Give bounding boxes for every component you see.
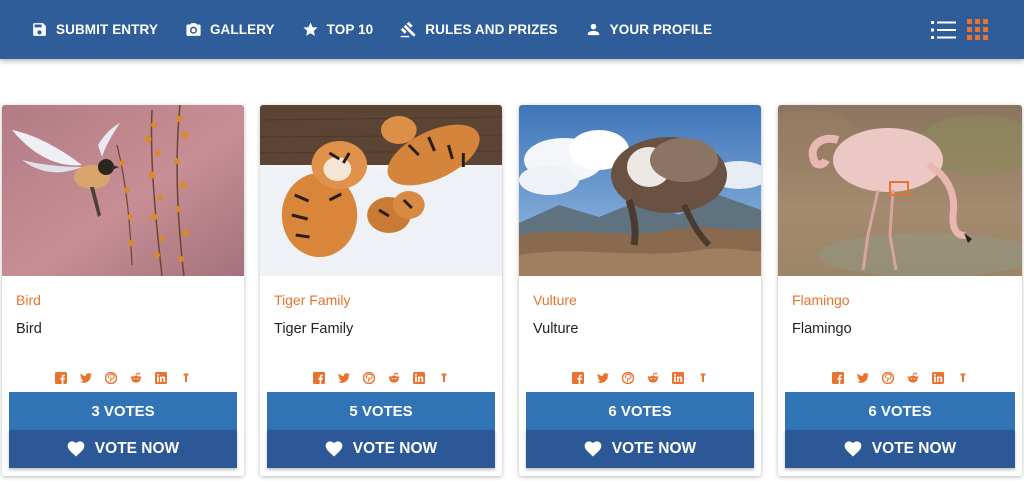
reddit-icon[interactable] [900, 371, 925, 386]
camera-icon [185, 21, 202, 38]
vulture-photo[interactable] [519, 105, 761, 276]
vote-now-button[interactable]: Vote Now [9, 430, 237, 468]
share-icons [2, 370, 244, 386]
nav-rules-and-prizes[interactable]: Rules and Prizes [400, 0, 558, 59]
reddit-icon[interactable] [381, 371, 406, 386]
view-toggle [931, 19, 988, 40]
entry-card: Tiger Family Tiger Family 5 Votes Vote N… [260, 105, 502, 476]
vote-count-button: 3 Votes [9, 392, 237, 430]
vote-now-button[interactable]: Vote Now [267, 430, 495, 468]
vote-now-label: Vote Now [871, 440, 957, 457]
share-icons [519, 370, 761, 386]
entry-description: Vulture [533, 321, 579, 337]
nav-submit-entry[interactable]: Submit Entry [31, 0, 158, 59]
save-icon [31, 21, 48, 38]
share-icons [778, 370, 1022, 386]
entry-description: Bird [16, 321, 42, 337]
top-navigation-bar: Submit Entry Gallery Top 10 Rules and Pr… [0, 0, 1024, 59]
main-nav: Submit Entry Gallery Top 10 Rules and Pr… [31, 0, 739, 59]
entry-description: Tiger Family [274, 321, 354, 337]
linkedin-icon[interactable] [406, 371, 431, 386]
grid-view-icon[interactable] [967, 19, 988, 40]
vote-now-label: Vote Now [94, 440, 180, 457]
nav-your-profile[interactable]: Your Profile [585, 0, 712, 59]
nav-submit-entry-label: Submit Entry [56, 22, 158, 37]
entry-card: Flamingo Flamingo 6 Votes Vote Now [778, 105, 1022, 476]
twitter-icon[interactable] [331, 371, 356, 386]
vote-now-label: Vote Now [352, 440, 438, 457]
linkedin-icon[interactable] [925, 371, 950, 386]
nav-rules-and-prizes-label: Rules and Prizes [425, 22, 558, 37]
pinterest-icon[interactable] [98, 371, 123, 386]
entry-description: Flamingo [792, 321, 852, 337]
nav-your-profile-label: Your Profile [609, 22, 713, 37]
entry-title[interactable]: Bird [16, 292, 41, 308]
vote-now-button[interactable]: Vote Now [526, 430, 754, 468]
reddit-icon[interactable] [123, 371, 148, 386]
heart-icon [325, 441, 343, 457]
entry-card: Bird Bird 3 Votes Vote Now [2, 105, 244, 476]
vote-count-button: 5 Votes [267, 392, 495, 430]
gavel-icon [400, 21, 417, 38]
facebook-icon[interactable] [306, 371, 331, 386]
vote-count-button: 6 Votes [526, 392, 754, 430]
list-view-icon[interactable] [931, 20, 956, 40]
entry-card: Vulture Vulture 6 Votes Vote Now [519, 105, 761, 476]
heart-icon [584, 441, 602, 457]
tumblr-icon[interactable] [431, 371, 456, 386]
vote-count-button: 6 Votes [785, 392, 1015, 430]
twitter-icon[interactable] [73, 371, 98, 386]
nav-gallery-label: Gallery [209, 22, 275, 37]
tumblr-icon[interactable] [690, 371, 715, 386]
user-icon [585, 21, 602, 38]
nav-gallery[interactable]: Gallery [185, 0, 275, 59]
gallery-grid: Bird Bird 3 Votes Vote Now [2, 105, 1024, 476]
entry-title[interactable]: Tiger Family [274, 292, 351, 308]
facebook-icon[interactable] [565, 371, 590, 386]
linkedin-icon[interactable] [665, 371, 690, 386]
facebook-icon[interactable] [825, 371, 850, 386]
nav-top-10-label: Top 10 [326, 22, 374, 37]
facebook-icon[interactable] [48, 371, 73, 386]
linkedin-icon[interactable] [148, 371, 173, 386]
twitter-icon[interactable] [850, 371, 875, 386]
vote-now-button[interactable]: Vote Now [785, 430, 1015, 468]
share-icons [260, 370, 502, 386]
bird-photo[interactable] [2, 105, 244, 276]
flamingo-photo[interactable] [778, 105, 1022, 276]
pinterest-icon[interactable] [615, 371, 640, 386]
pinterest-icon[interactable] [356, 371, 381, 386]
twitter-icon[interactable] [590, 371, 615, 386]
tumblr-icon[interactable] [173, 371, 198, 386]
reddit-icon[interactable] [640, 371, 665, 386]
tumblr-icon[interactable] [950, 371, 975, 386]
nav-top-10[interactable]: Top 10 [302, 0, 374, 59]
vote-now-label: Vote Now [611, 440, 697, 457]
star-icon [302, 21, 319, 38]
heart-icon [844, 441, 862, 457]
heart-icon [67, 441, 85, 457]
pinterest-icon[interactable] [875, 371, 900, 386]
tiger-family-photo[interactable] [260, 105, 502, 276]
entry-title[interactable]: Flamingo [792, 292, 850, 308]
entry-title[interactable]: Vulture [533, 292, 577, 308]
